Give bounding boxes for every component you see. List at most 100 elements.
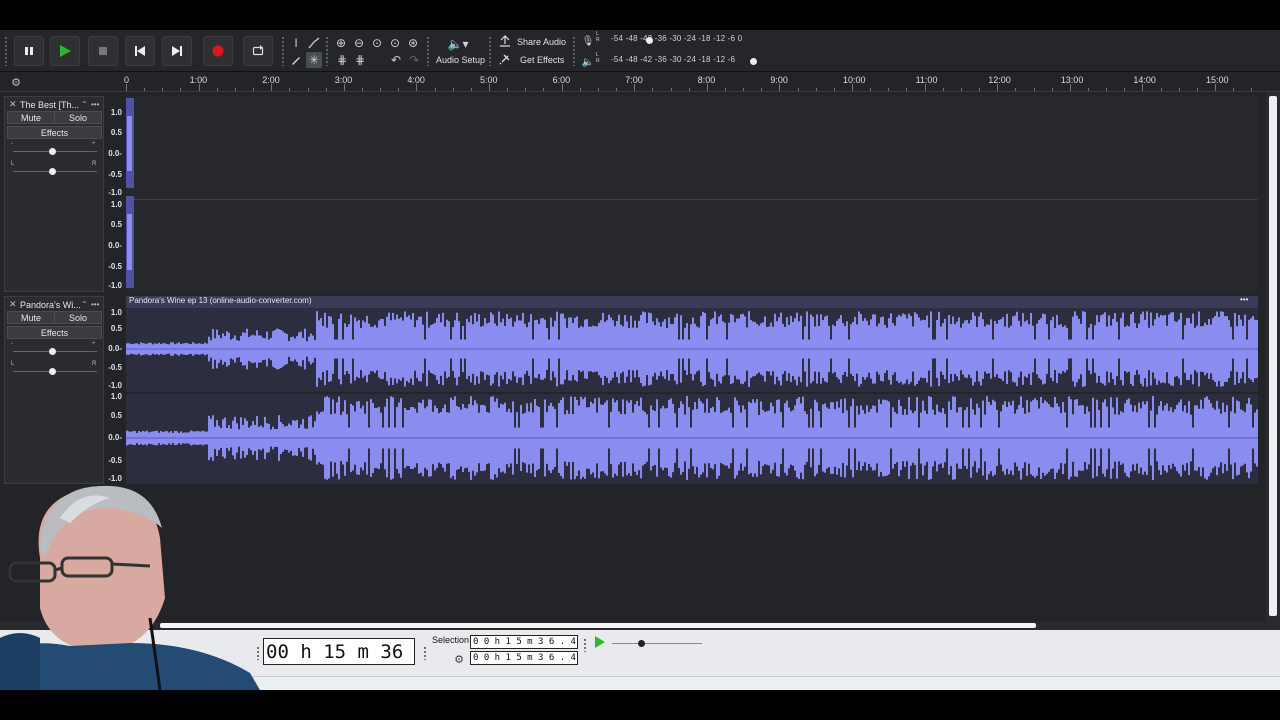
toolbar-grip[interactable] <box>325 36 329 66</box>
ruler-tick <box>833 88 835 91</box>
gain-slider-knob[interactable] <box>49 348 56 355</box>
ruler-tick <box>1124 88 1126 91</box>
effects-button[interactable]: Effects <box>7 126 102 139</box>
speaker-meter-icon: 🔈 <box>581 56 595 68</box>
collapse-icon[interactable]: ⌃ <box>81 100 88 109</box>
pause-button[interactable] <box>14 36 44 66</box>
solo-button[interactable]: Solo <box>54 311 102 324</box>
record-button[interactable] <box>203 36 233 66</box>
loop-button[interactable] <box>243 36 273 66</box>
record-meter[interactable]: 🎙 LR -54 -48 -42 -36 -30 -24 -18 -12 -6 … <box>580 31 770 47</box>
effects-button[interactable]: Effects <box>7 326 102 339</box>
vertical-scrollbar[interactable] <box>1266 92 1280 622</box>
selection-tool-icon[interactable]: I <box>288 35 304 51</box>
play-button[interactable] <box>50 36 80 66</box>
skip-start-icon <box>135 46 145 56</box>
play-icon <box>60 45 71 57</box>
horizontal-scrollbar-thumb[interactable] <box>160 623 1036 628</box>
track-1-waveform-area[interactable] <box>126 96 1258 292</box>
fit-selection-icon[interactable]: ⊙ <box>369 35 385 51</box>
trim-outside-icon[interactable]: ⋕ <box>334 52 350 68</box>
get-effects-button[interactable]: Get Effects <box>496 51 566 67</box>
zoom-out-icon[interactable]: ⊖ <box>351 35 367 51</box>
audacity-window: I ✳ ⊕ ⊖ ⊙ ⊙ ⊛ ⋕ ⋕ ↶ ↷ 🔈▾ Audio Setup Sha… <box>0 0 1280 720</box>
gain-plus-label: + <box>92 341 96 347</box>
ruler-tick <box>543 88 545 91</box>
timeline-settings-icon[interactable]: ⚙ <box>8 74 24 90</box>
toolbar-grip[interactable] <box>426 36 430 66</box>
gain-slider-knob[interactable] <box>49 148 56 155</box>
draw-tool-icon[interactable] <box>288 52 304 68</box>
time-display[interactable]: 00 h 15 m 36 s <box>263 638 415 665</box>
scale-label: 0.5 <box>110 128 122 137</box>
audio-setup-button[interactable]: 🔈▾ Audio Setup <box>433 34 485 68</box>
track-2-waveform-area[interactable] <box>126 308 1258 484</box>
play-at-speed-icon[interactable] <box>594 636 606 648</box>
clip-name[interactable]: Pandora's Wine ep 13 (online-audio-conve… <box>129 296 312 305</box>
mute-button[interactable]: Mute <box>7 311 55 324</box>
selection-start-field[interactable]: 0 0 h 1 5 m 3 6 . 4 6 1 s <box>470 635 578 649</box>
skip-to-end-button[interactable] <box>162 36 192 66</box>
ruler-tick <box>852 84 853 91</box>
scale-label: 0.0- <box>108 344 122 353</box>
silence-selection-icon[interactable]: ⋕ <box>352 52 368 68</box>
collapse-icon[interactable]: ⌃ <box>81 300 88 309</box>
toolbar-grip[interactable] <box>4 36 8 66</box>
track-menu-icon[interactable]: ••• <box>91 100 99 109</box>
track-name[interactable]: The Best [Th... <box>20 100 79 110</box>
clip-menu-icon[interactable]: ••• <box>1240 295 1248 304</box>
pan-slider-knob[interactable] <box>49 168 56 175</box>
toolbar-grip[interactable] <box>583 638 587 652</box>
scale-label: 0.0- <box>108 241 122 250</box>
record-meter-knob[interactable] <box>646 37 653 44</box>
microphone-icon: 🎙 <box>581 35 595 47</box>
selection-settings-icon[interactable]: ⚙ <box>451 651 467 667</box>
scale-label: 1.0 <box>110 308 122 317</box>
fit-project-icon[interactable]: ⊙ <box>387 35 403 51</box>
clip-header[interactable]: Pandora's Wine ep 13 (online-audio-conve… <box>126 295 1258 308</box>
timeline-ruler[interactable]: ⚙ 0 1:00 2:00 3:00 4:00 5:00 6:00 7:00 8:00 9:00 1… <box>0 72 1280 92</box>
play-speed-knob[interactable] <box>638 640 645 647</box>
ruler-tick <box>1051 88 1053 91</box>
multi-tool-icon[interactable]: ✳ <box>306 52 322 68</box>
playback-meter[interactable]: 🔈 LR -54 -48 -42 -36 -30 -24 -18 -12 -6 <box>580 52 770 68</box>
share-audio-button[interactable]: Share Audio <box>496 33 566 49</box>
play-speed-slider[interactable] <box>612 643 702 644</box>
ruler-tick <box>452 88 454 91</box>
toolbar-grip[interactable] <box>423 646 427 660</box>
close-track-icon[interactable]: ✕ <box>9 299 17 310</box>
ruler-tick <box>942 88 944 91</box>
playback-meter-knob[interactable] <box>750 58 757 65</box>
toolbar-grip[interactable] <box>488 36 492 66</box>
toolbar-grip[interactable] <box>281 36 285 66</box>
track-name[interactable]: Pandora's Wi... <box>20 300 81 310</box>
track-control-panel[interactable]: ✕ Pandora's Wi... ⌃ ••• Mute Solo Effect… <box>4 296 104 484</box>
scale-label: -1.0 <box>108 281 122 290</box>
pan-slider-knob[interactable] <box>49 368 56 375</box>
ruler-tick <box>361 88 363 91</box>
track-menu-icon[interactable]: ••• <box>91 300 99 309</box>
ruler-label: 14:00 <box>1133 75 1156 85</box>
undo-icon[interactable]: ↶ <box>388 52 404 68</box>
redo-icon[interactable]: ↷ <box>406 52 422 68</box>
ruler-tick <box>398 88 400 91</box>
selection-end-field[interactable]: 0 0 h 1 5 m 3 6 . 4 6 1 s <box>470 651 578 665</box>
stop-icon <box>99 47 107 55</box>
envelope-tool-icon[interactable] <box>306 35 322 51</box>
ruler-tick <box>924 84 926 91</box>
close-track-icon[interactable]: ✕ <box>9 99 17 110</box>
ruler-tick <box>289 88 291 91</box>
zoom-toggle-icon[interactable]: ⊛ <box>405 35 421 51</box>
scale-label: 1.0 <box>110 200 122 209</box>
track-control-panel[interactable]: ✕ The Best [Th... ⌃ ••• Mute Solo Effect… <box>4 96 104 292</box>
ruler-tick <box>743 88 745 91</box>
solo-button[interactable]: Solo <box>54 111 102 124</box>
ruler-tick <box>307 88 309 91</box>
zoom-in-icon[interactable]: ⊕ <box>333 35 349 51</box>
toolbar-grip[interactable] <box>572 36 576 66</box>
skip-to-start-button[interactable] <box>125 36 155 66</box>
stop-button[interactable] <box>88 36 118 66</box>
vertical-scrollbar-thumb[interactable] <box>1269 96 1277 616</box>
scale-label: 1.0 <box>110 392 122 401</box>
mute-button[interactable]: Mute <box>7 111 55 124</box>
